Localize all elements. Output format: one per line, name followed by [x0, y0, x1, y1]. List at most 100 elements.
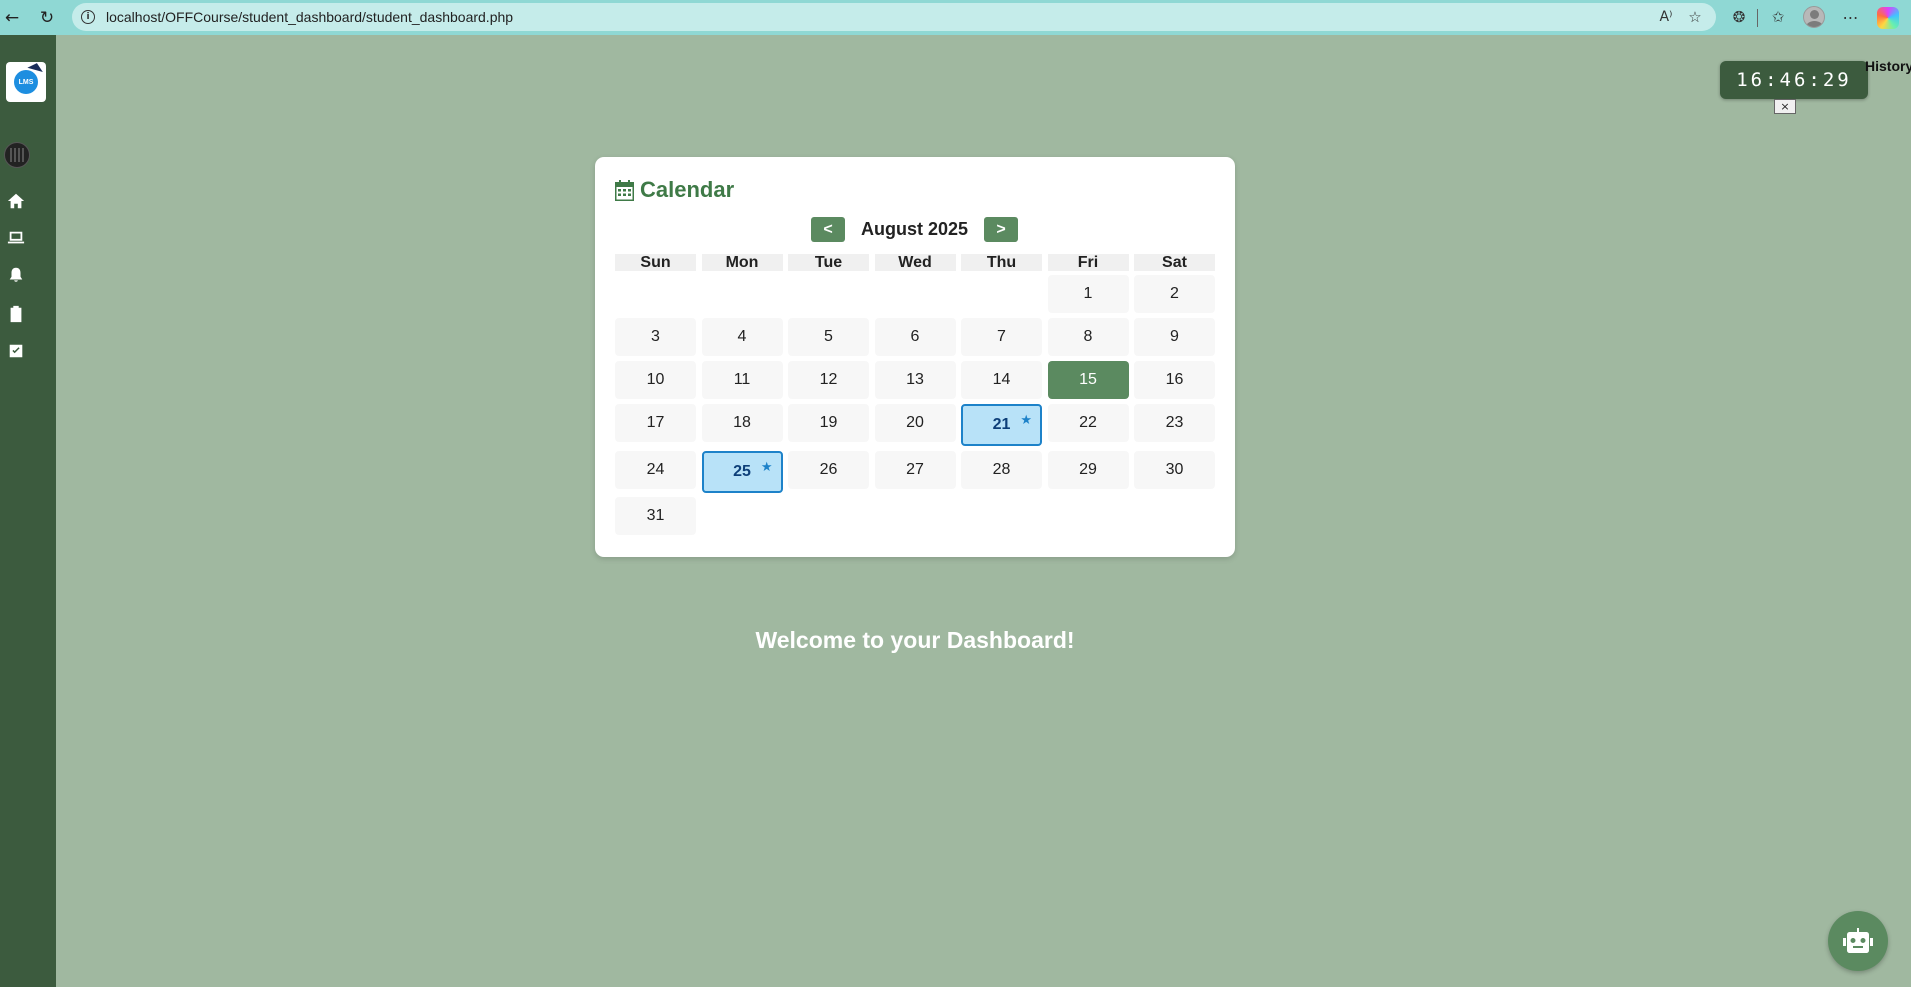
- clock-display: 16:46:29: [1720, 61, 1868, 99]
- graduation-cap-icon: [27, 61, 45, 72]
- day-number: 21: [992, 416, 1011, 433]
- day-number: 9: [1170, 328, 1179, 345]
- clock-close-button[interactable]: ×: [1774, 99, 1796, 114]
- weekday-header: Fri: [1047, 254, 1129, 271]
- calendar-day[interactable]: 20: [874, 404, 956, 442]
- reload-icon[interactable]: ↻: [35, 6, 59, 30]
- lms-logo-icon: LMS: [14, 61, 45, 94]
- weekday-header: Mon: [701, 254, 783, 271]
- bell-icon[interactable]: [6, 265, 26, 285]
- calendar-day[interactable]: 17: [615, 404, 696, 442]
- favorite-star-icon[interactable]: ☆: [1683, 5, 1707, 29]
- calendar-day[interactable]: 2: [1134, 275, 1215, 313]
- day-number: 6: [910, 328, 920, 345]
- calendar-day[interactable]: 7: [961, 318, 1042, 356]
- profile-avatar-icon[interactable]: [1803, 6, 1825, 28]
- calendar-day[interactable]: 30: [1134, 451, 1215, 489]
- day-number: 1: [1083, 285, 1093, 302]
- calendar-day[interactable]: 24: [615, 451, 696, 489]
- copilot-icon[interactable]: [1877, 7, 1899, 29]
- favorites-icon[interactable]: ✩: [1766, 5, 1790, 29]
- calendar-day[interactable]: 1: [1047, 275, 1129, 313]
- day-number: 3: [651, 328, 660, 345]
- calendar-icon: [615, 179, 634, 201]
- address-bar[interactable]: i localhost/OFFCourse/student_dashboard/…: [72, 3, 1716, 31]
- calendar-day[interactable]: 29: [1047, 451, 1129, 489]
- day-number: 14: [992, 371, 1011, 388]
- calendar-day[interactable]: 3: [615, 318, 696, 356]
- calendar-day[interactable]: 21 ★: [961, 404, 1042, 446]
- calendar-day[interactable]: 14: [961, 361, 1042, 399]
- laptop-icon[interactable]: [6, 228, 26, 248]
- prev-month-button[interactable]: <: [811, 217, 845, 242]
- calendar-day[interactable]: 5: [788, 318, 869, 356]
- day-number: 26: [819, 461, 838, 478]
- calendar-heading: Calendar: [615, 177, 734, 203]
- weekday-header: Sat: [1134, 254, 1215, 271]
- calendar-day[interactable]: 27: [874, 451, 956, 489]
- day-number: 7: [997, 328, 1006, 345]
- read-aloud-icon[interactable]: A⁾: [1654, 5, 1678, 29]
- day-number: 16: [1165, 371, 1184, 388]
- calendar-day[interactable]: 9: [1134, 318, 1215, 356]
- lms-logo[interactable]: LMS: [6, 61, 46, 102]
- next-month-button[interactable]: >: [984, 217, 1018, 242]
- month-label: August 2025: [860, 219, 969, 239]
- calendar-title: Calendar: [640, 177, 735, 202]
- chatbot-button[interactable]: [1828, 911, 1888, 971]
- calendar-day[interactable]: 15: [1047, 361, 1129, 399]
- calendar-day[interactable]: 4: [701, 318, 783, 356]
- calendar-day[interactable]: 26: [788, 451, 869, 489]
- calendar-day[interactable]: 19: [788, 404, 869, 442]
- history-link[interactable]: History: [1865, 58, 1911, 74]
- day-number: 18: [733, 414, 751, 431]
- browser-toolbar: ← ↻ i localhost/OFFCourse/student_dashbo…: [0, 0, 1911, 35]
- welcome-heading: Welcome to your Dashboard!: [755, 627, 1075, 653]
- day-number: 30: [1165, 461, 1184, 478]
- calendar-day[interactable]: 18: [701, 404, 783, 442]
- calendar-day[interactable]: 12: [788, 361, 869, 399]
- toolbar-separator: [1757, 9, 1758, 27]
- site-info-icon[interactable]: i: [81, 10, 95, 24]
- clipboard-icon[interactable]: [6, 304, 26, 324]
- day-number: 25: [733, 463, 751, 480]
- calendar-day[interactable]: 31: [615, 497, 696, 535]
- calendar-day[interactable]: 13: [874, 361, 956, 399]
- day-number: 5: [824, 328, 833, 345]
- day-number: 12: [819, 371, 838, 388]
- calendar-day[interactable]: 8: [1047, 318, 1129, 356]
- weekday-header: Sun: [615, 254, 696, 271]
- day-number: 17: [646, 414, 665, 431]
- avatar[interactable]: [4, 142, 30, 168]
- home-icon[interactable]: [6, 191, 26, 211]
- check-square-icon[interactable]: [6, 341, 26, 361]
- day-number: 20: [906, 414, 924, 431]
- month-navigation: < August 2025 >: [595, 217, 1235, 243]
- url-text[interactable]: localhost/OFFCourse/student_dashboard/st…: [106, 9, 513, 25]
- calendar-day[interactable]: 10: [615, 361, 696, 399]
- robot-icon: [1843, 928, 1873, 953]
- more-options-icon[interactable]: ⋯: [1839, 5, 1863, 29]
- day-number: 8: [1083, 328, 1093, 345]
- day-number: 27: [906, 461, 924, 478]
- calendar-day[interactable]: 23: [1134, 404, 1215, 442]
- day-number: 19: [819, 414, 838, 431]
- calendar-day[interactable]: 11: [701, 361, 783, 399]
- day-number: 31: [646, 507, 665, 524]
- calendar-day[interactable]: 25 ★: [701, 451, 783, 493]
- event-star-icon: ★: [760, 460, 773, 475]
- day-number: 29: [1079, 461, 1097, 478]
- calendar-day[interactable]: 22: [1047, 404, 1129, 442]
- calendar-day[interactable]: 28: [961, 451, 1042, 489]
- day-number: 13: [906, 371, 924, 388]
- day-number: 10: [646, 371, 665, 388]
- extensions-icon[interactable]: ❂: [1727, 5, 1751, 29]
- calendar-card: Calendar < August 2025 > Sun Mon Tue Wed Thu…: [595, 157, 1235, 557]
- calendar-day[interactable]: 6: [874, 318, 956, 356]
- back-arrow-icon[interactable]: ←: [0, 6, 24, 30]
- logo-text: LMS: [18, 78, 34, 86]
- event-star-icon: ★: [1020, 413, 1032, 428]
- calendar-day[interactable]: 16: [1134, 361, 1215, 399]
- day-number: 22: [1079, 414, 1097, 431]
- sidebar: LMS: [0, 35, 56, 987]
